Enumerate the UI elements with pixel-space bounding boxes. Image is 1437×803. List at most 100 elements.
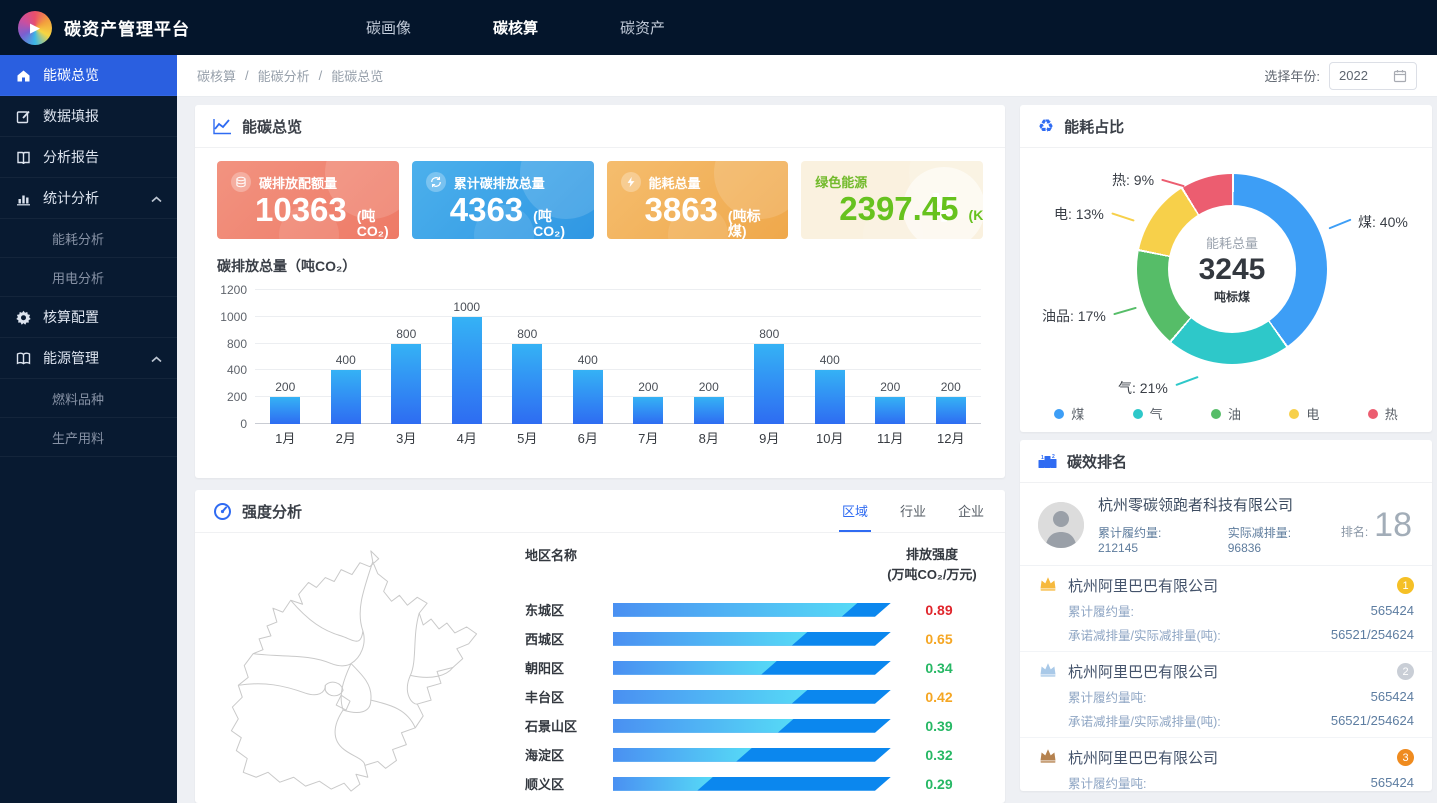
intensity-row-石景山区: 石景山区0.39 — [503, 711, 987, 740]
legend-item-电[interactable]: 电 — [1289, 404, 1319, 423]
legend-item-油[interactable]: 油 — [1211, 404, 1241, 423]
intensity-value: 0.89 — [891, 602, 987, 618]
breadcrumb-bar: 碳核算/能碳分析/能碳总览 选择年份: 2022 — [177, 55, 1437, 97]
card-value: 2397.45 — [839, 192, 958, 227]
sidebar-item-能源管理[interactable]: 能源管理 — [0, 338, 177, 379]
ranking-item[interactable]: 杭州阿里巴巴有限公司1累计履约量:565424承诺减排量/实际减排量(吨):56… — [1020, 566, 1432, 652]
intensity-value: 0.32 — [891, 747, 987, 763]
energy-mix-title: 能耗占比 — [1064, 116, 1124, 137]
intensity-tabs: 区域行业企业 — [839, 490, 987, 532]
x-axis-label: 11月 — [860, 428, 921, 448]
card-unit: (吨标煤) — [728, 209, 774, 238]
intensity-table: 地区名称 排放强度 (万吨CO₂/万元) 东城区0.89西城区0.65朝阳区0.… — [503, 537, 987, 799]
breadcrumb-item[interactable]: 碳核算 — [197, 66, 236, 85]
y-axis-tick: 1200 — [220, 283, 247, 297]
carbon-asset-dashboard: ▶ 碳资产管理平台 碳画像碳核算碳资产 能碳总览数据填报分析报告统计分析能耗分析… — [0, 0, 1437, 803]
x-axis-label: 8月 — [679, 428, 740, 448]
bar-value-label: 200 — [699, 380, 719, 394]
top-navbar: ▶ 碳资产管理平台 碳画像 碳核算 碳资产 — [0, 0, 1437, 55]
year-input[interactable]: 2022 — [1329, 62, 1417, 90]
svg-text:1: 1 — [1041, 455, 1044, 461]
x-axis-label: 3月 — [376, 428, 437, 448]
stat-card-累计碳排放总量: 累计碳排放总量4363(吨CO₂) — [412, 161, 594, 239]
intensity-row-丰台区: 丰台区0.42 — [503, 682, 987, 711]
recycle-icon: ♻ — [1038, 116, 1054, 137]
bar-value-label: 200 — [941, 380, 961, 394]
legend-item-煤[interactable]: 煤 — [1054, 404, 1084, 423]
app-title: 碳资产管理平台 — [64, 15, 190, 40]
energy-mix-panel: ♻ 能耗占比 能耗总量 3245 吨标煤 煤: 40%气: 21%油品: 17%… — [1020, 105, 1432, 432]
intensity-row-朝阳区: 朝阳区0.34 — [503, 653, 987, 682]
ranking-item[interactable]: 杭州阿里巴巴有限公司2累计履约量吨:565424承诺减排量/实际减排量(吨):5… — [1020, 652, 1432, 738]
profile-stat: 实际减排量: 96836 — [1228, 524, 1327, 555]
y-axis-tick: 1000 — [220, 310, 247, 324]
ranking-panel: 1 2 碳效排名 杭州零碳领跑者科技有限公司 累计履约量: 212145实际减排量… — [1020, 440, 1432, 791]
crown-icon-bronze — [1038, 747, 1058, 768]
calendar-icon — [1393, 69, 1407, 83]
card-unit: (吨CO₂) — [533, 209, 579, 238]
ranking-profile[interactable]: 杭州零碳领跑者科技有限公司 累计履约量: 212145实际减排量: 96836 … — [1020, 483, 1432, 566]
sidebar-item-能碳总览[interactable]: 能碳总览 — [0, 55, 177, 96]
sidebar-subitem-生产用料[interactable]: 生产用料 — [0, 418, 177, 457]
ranking-company: 杭州阿里巴巴有限公司 — [1068, 747, 1387, 768]
x-axis-label: 5月 — [497, 428, 558, 448]
intensity-panel: 强度分析 区域行业企业 — [195, 490, 1005, 803]
bar — [270, 397, 300, 424]
line-chart-icon — [213, 118, 232, 135]
top-nav-tab[interactable]: 碳画像 — [366, 17, 411, 38]
top-nav-tab[interactable]: 碳核算 — [493, 17, 538, 38]
intensity-bar — [613, 748, 891, 762]
pie-label-气: 气: 21% — [1118, 378, 1168, 398]
bar — [936, 397, 966, 424]
sidebar-item-核算配置[interactable]: 核算配置 — [0, 297, 177, 338]
sidebar-item-分析报告[interactable]: 分析报告 — [0, 137, 177, 178]
intensity-tab-企业[interactable]: 企业 — [955, 490, 987, 532]
col-region-name: 地区名称 — [503, 545, 613, 564]
intensity-table-header: 地区名称 排放强度 (万吨CO₂/万元) — [503, 545, 987, 585]
app-logo-icon: ▶ — [18, 11, 52, 45]
donut-legend: 煤气油电热 — [1030, 404, 1422, 423]
ranking-title: 碳效排名 — [1067, 451, 1127, 472]
legend-item-气[interactable]: 气 — [1133, 404, 1163, 423]
rank-badge: 2 — [1397, 663, 1414, 680]
bar — [875, 397, 905, 424]
intensity-row-东城区: 东城区0.89 — [503, 595, 987, 624]
top-nav-tab[interactable]: 碳资产 — [620, 17, 665, 38]
sidebar-subitem-能耗分析[interactable]: 能耗分析 — [0, 219, 177, 258]
intensity-value: 0.65 — [891, 631, 987, 647]
intensity-tab-区域[interactable]: 区域 — [839, 490, 871, 532]
gear-icon — [15, 310, 31, 325]
sidebar-subitem-用电分析[interactable]: 用电分析 — [0, 258, 177, 297]
breadcrumb-item[interactable]: 能碳总览 — [331, 66, 383, 85]
energy-mix-header: ♻ 能耗占比 — [1020, 105, 1432, 148]
card-value: 10363 — [255, 193, 347, 228]
profile-rank: 排名: 18 — [1341, 508, 1414, 542]
energy-donut-chart: 能耗总量 3245 吨标煤 煤: 40%气: 21%油品: 17%电: 13%热… — [1020, 148, 1432, 431]
report-icon — [15, 150, 31, 165]
intensity-tab-行业[interactable]: 行业 — [897, 490, 929, 532]
intensity-row-顺义区: 顺义区0.29 — [503, 769, 987, 798]
ranking-item[interactable]: 杭州阿里巴巴有限公司3累计履约量吨:565424承诺减排量/实际减排量(吨):5… — [1020, 738, 1432, 791]
stats-icon — [15, 191, 31, 206]
breadcrumb-item[interactable]: 能碳分析 — [258, 66, 310, 85]
sidebar-item-数据填报[interactable]: 数据填报 — [0, 96, 177, 137]
x-axis-label: 1月 — [255, 428, 316, 448]
sidebar-subitem-燃料品种[interactable]: 燃料品种 — [0, 379, 177, 418]
profile-company-name: 杭州零碳领跑者科技有限公司 — [1098, 494, 1327, 515]
rank-number: 18 — [1374, 508, 1412, 542]
gauge-icon — [213, 502, 232, 520]
beijing-districts-map — [203, 537, 503, 799]
rank-badge: 1 — [1397, 577, 1414, 594]
col-intensity: 排放强度 (万吨CO₂/万元) — [877, 545, 987, 585]
edit-icon — [15, 109, 31, 124]
sidebar-item-统计分析[interactable]: 统计分析 — [0, 178, 177, 219]
bar — [512, 344, 542, 424]
card-unit: (KWh) — [969, 208, 983, 223]
breadcrumb: 碳核算/能碳分析/能碳总览 — [197, 66, 383, 85]
intensity-bar — [613, 719, 891, 733]
x-axis-label: 12月 — [921, 428, 982, 448]
intensity-bar — [613, 661, 891, 675]
legend-item-热[interactable]: 热 — [1368, 404, 1398, 423]
x-axis-label: 2月 — [316, 428, 377, 448]
intensity-bar — [613, 690, 891, 704]
